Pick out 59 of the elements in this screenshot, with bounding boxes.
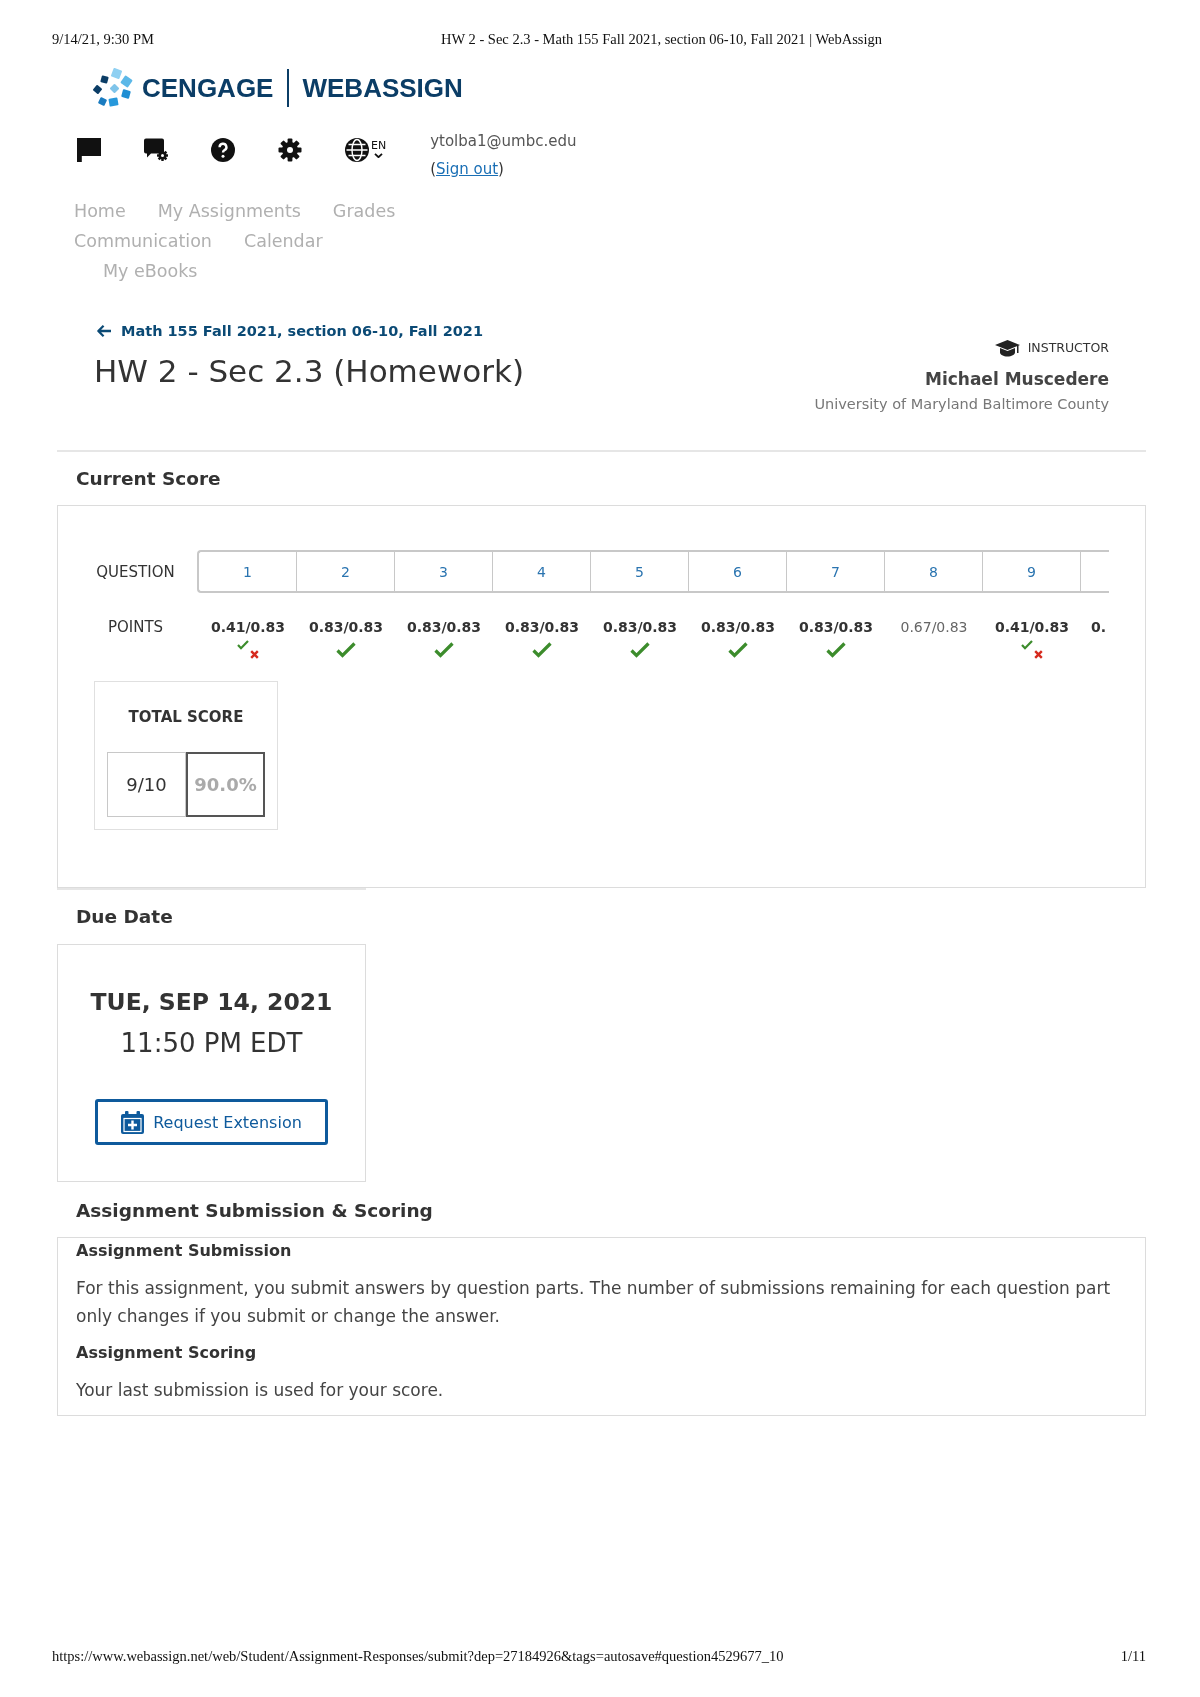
page-number: 1/11 [1120,1647,1146,1665]
flag-icon[interactable] [77,138,101,162]
points-value: 0.83/0.83 [406,618,482,637]
score-value: 90.0% [186,752,265,817]
caret-icon [374,153,384,158]
total-score-label: TOTAL SCORE [128,707,244,728]
language-button[interactable]: EN [345,139,387,161]
page-title: HW 2 - Sec 2.3 (Homework) [94,352,524,390]
settings-icon[interactable] [278,138,302,162]
points-value: 0.67/0.83 [900,618,968,637]
print-url: https://www.webassign.net/web/Student/Assignment-Responses/submit?dep=27184926&tags=autosave#question4529677_10 [52,1647,784,1665]
question-button[interactable]: 1 [199,552,297,591]
instructor-name: Michael Muscedere [924,368,1109,391]
question-label: QUESTION [95,561,176,583]
info-text: Your last submission is used for your score. [76,1379,445,1402]
question-button[interactable]: 3 [395,552,493,591]
points-value: 0.83/0.83 [700,618,776,637]
print-title: HW 2 - Sec 2.3 - Math 155 Fall 2021, section 06-10, Fall 2021 | WebAssign [441,30,883,48]
question-button[interactable]: 9 [983,552,1081,591]
calendar-plus-icon [121,1110,145,1134]
info-heading: Assignment Scoring [76,1342,258,1364]
section-title: Assignment Submission & Scoring [75,1199,434,1223]
due-date-text: TUE, SEP 14, 2021 [90,987,333,1018]
question-button[interactable]: 8 [885,552,983,591]
question-button[interactable]: 4 [493,552,591,591]
points-value: 0.83/0.83 [602,618,678,637]
points-label: POINTS [106,617,165,638]
info-heading: Assignment Submission [76,1240,293,1262]
request-extension-button[interactable]: Request Extension [95,1099,328,1145]
section-title: Due Date [75,905,174,929]
sign-out-text: (Sign out) [430,159,505,180]
question-button[interactable]: 7 [787,552,885,591]
points-value: 0.83/0.83 [798,618,874,637]
arrow-left-icon [96,324,112,338]
message-gear-icon[interactable] [144,138,168,162]
instructor-role: INSTRUCTOR [1027,339,1109,357]
globe-icon [345,138,369,162]
brand-name: CENGAGE [142,72,274,103]
question-button[interactable]: 2 [297,552,395,591]
question-button[interactable]: 5 [591,552,689,591]
graduation-cap-icon [994,339,1020,357]
print-date: 9/14/21, 9:30 PM [52,30,155,48]
section-title: Current Score [75,467,222,491]
instructor-school: University of Maryland Baltimore County [814,395,1109,414]
account-email: ytolba1@umbc.edu [430,131,577,152]
course-link[interactable]: Math 155 Fall 2021, section 06-10, Fall 2021 [96,320,524,342]
points-value: 0.83/0.83 [504,618,580,637]
score-value: 9/10 [107,752,186,817]
logo-icon [92,67,134,108]
help-icon[interactable] [211,138,235,162]
points-value: 0.83/0.83 [308,618,384,637]
product-name: WEBASSIGN [302,72,463,103]
sign-out-link[interactable]: Sign out [436,160,499,178]
info-text: For this assignment, you submit answers by question parts. The number of submissions remaining for each question part only changes if you submit or change the answer. [76,1277,1112,1328]
question-button[interactable]: 6 [689,552,787,591]
points-value: 0.41/0.83 [210,618,286,637]
points-value: 0. [1091,618,1107,637]
points-value: 0.41/0.83 [994,618,1070,637]
due-time-text: 11:50 PM EDT [120,1027,303,1060]
